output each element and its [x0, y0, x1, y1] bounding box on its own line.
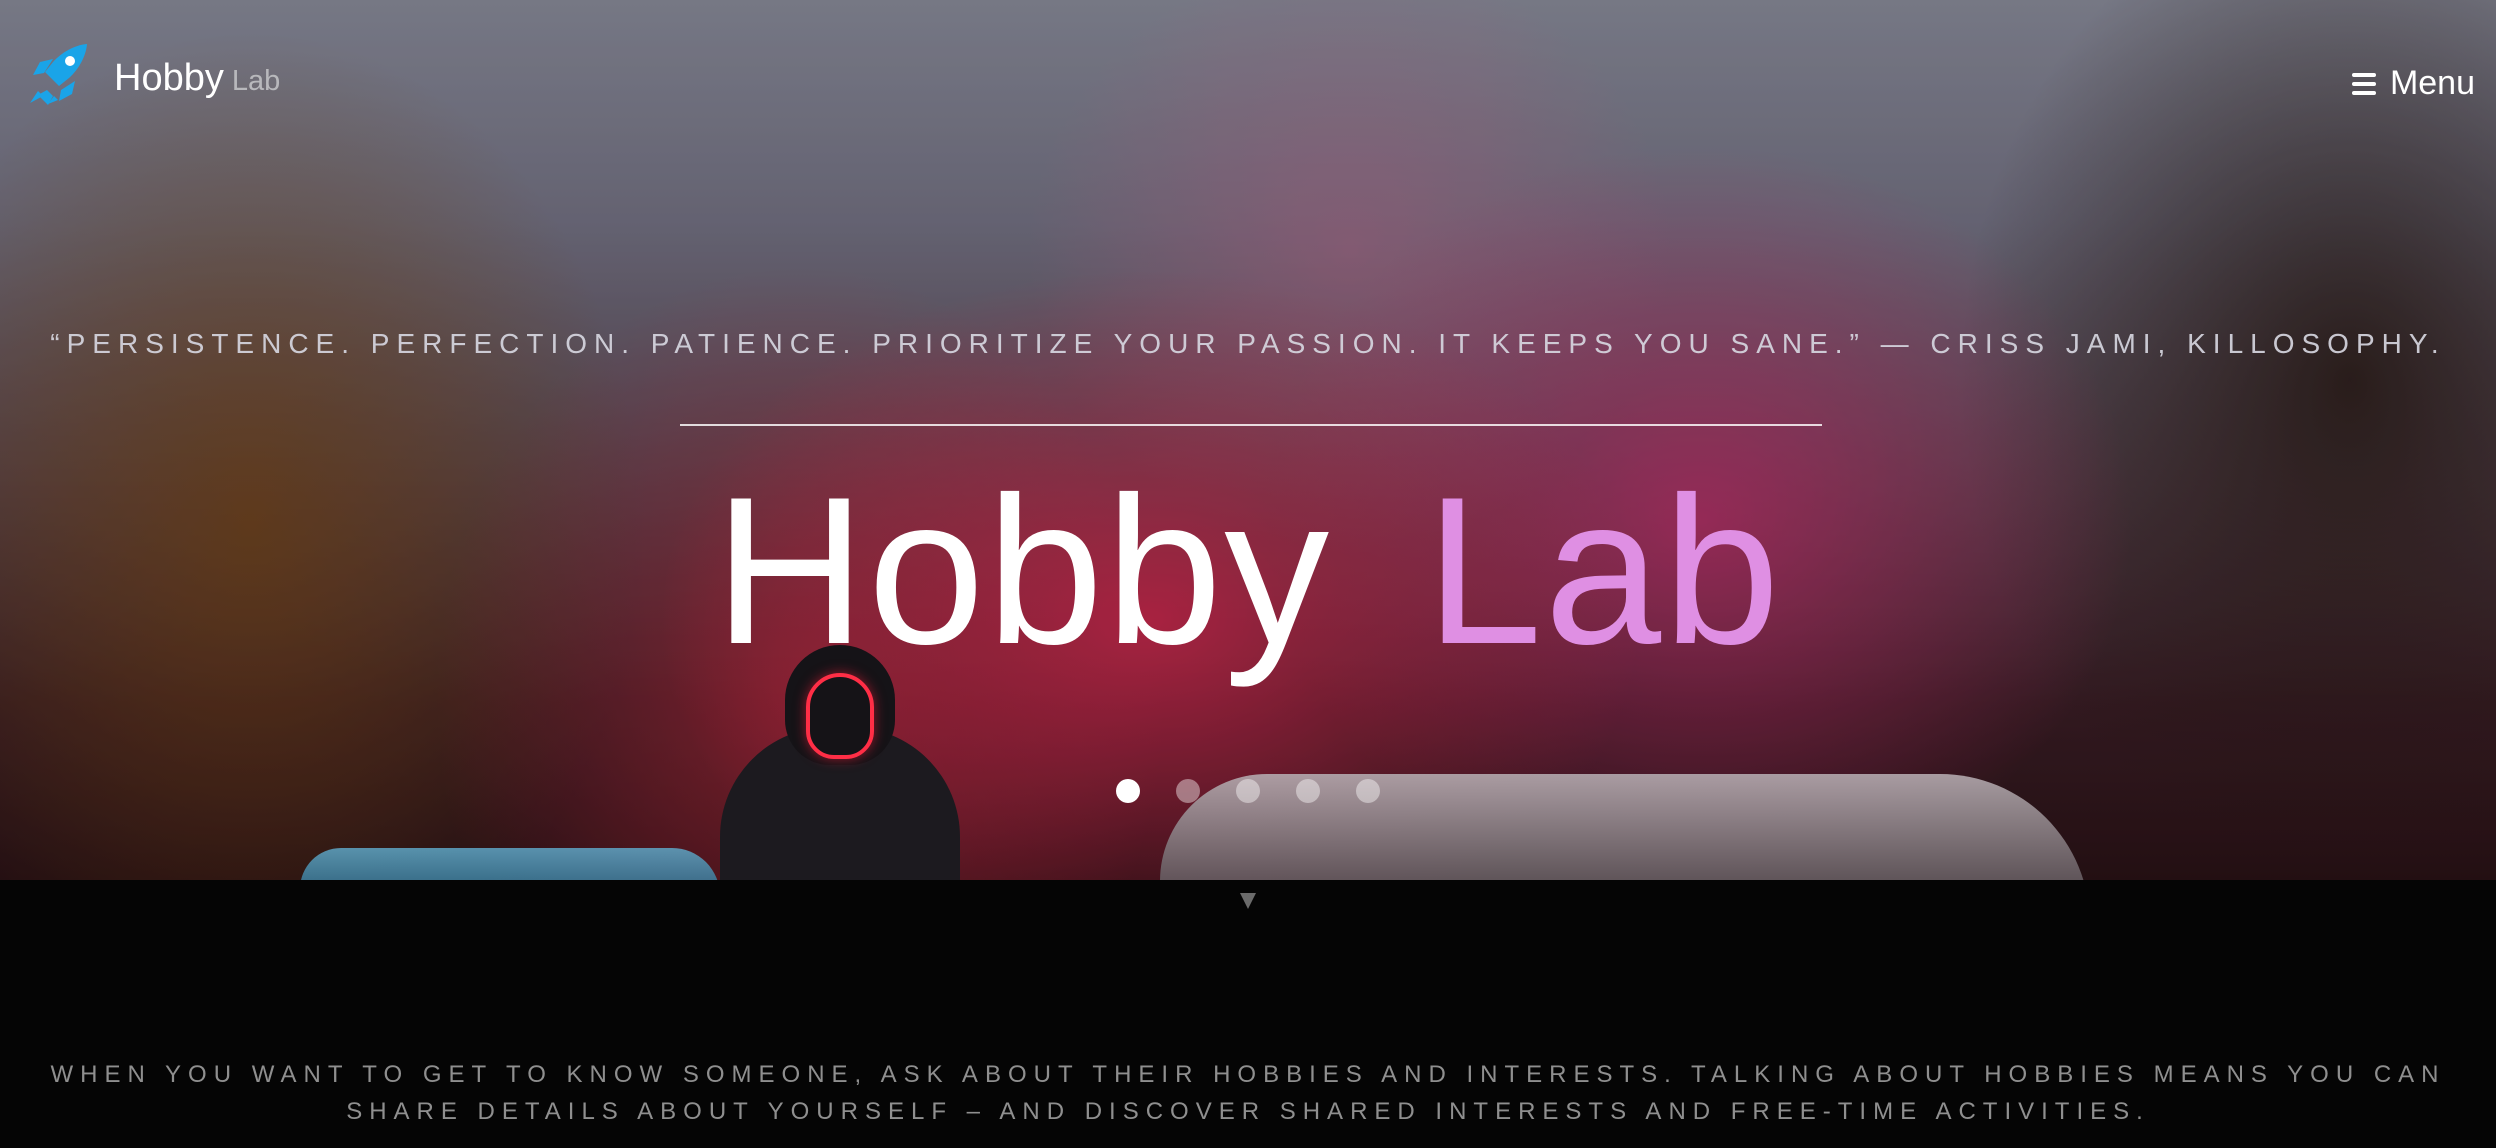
brand-link[interactable]: Hobby Lab [20, 34, 280, 114]
hero-section: Hobby Lab Menu “PERSISTENCE. PERFECTION.… [0, 0, 2496, 880]
hero-title: Hobby Lab [0, 457, 2496, 685]
brand-sub: Lab [231, 65, 281, 97]
brand-name: Hobby [114, 57, 224, 99]
hero-quote: “PERSISTENCE. PERFECTION. PATIENCE. PRIO… [50, 328, 2446, 359]
page: Hobby Lab Menu “PERSISTENCE. PERFECTION.… [0, 0, 2496, 1148]
rocket-icon [30, 44, 87, 105]
menu-button[interactable]: Menu [2351, 64, 2475, 103]
slider-dot-2[interactable] [1176, 779, 1200, 803]
hamburger-menu-icon [2351, 72, 2376, 96]
menu-label: Menu [2389, 64, 2475, 102]
slider-dot-5[interactable] [1356, 779, 1380, 803]
hero-car-left [300, 848, 720, 880]
slider-dot-1[interactable] [1116, 779, 1140, 803]
hero-divider [680, 424, 1822, 426]
intro-text: WHEN YOU WANT TO GET TO KNOW SOMEONE, AS… [0, 1056, 2496, 1130]
intro-line-1: WHEN YOU WANT TO GET TO KNOW SOMEONE, AS… [50, 1061, 2446, 1088]
hero-title-accent: Lab [1425, 453, 1782, 688]
slider-dot-4[interactable] [1296, 779, 1320, 803]
slider-dots [0, 779, 2496, 803]
brand-text: Hobby Lab [114, 59, 280, 97]
triangle-down-icon[interactable] [1240, 893, 1256, 909]
hero-overlay [0, 0, 2496, 880]
hero-title-main: Hobby [714, 453, 1332, 688]
intro-line-2: SHARE DETAILS ABOUT YOURSELF – AND DISCO… [346, 1098, 2150, 1125]
slider-dot-3[interactable] [1236, 779, 1260, 803]
